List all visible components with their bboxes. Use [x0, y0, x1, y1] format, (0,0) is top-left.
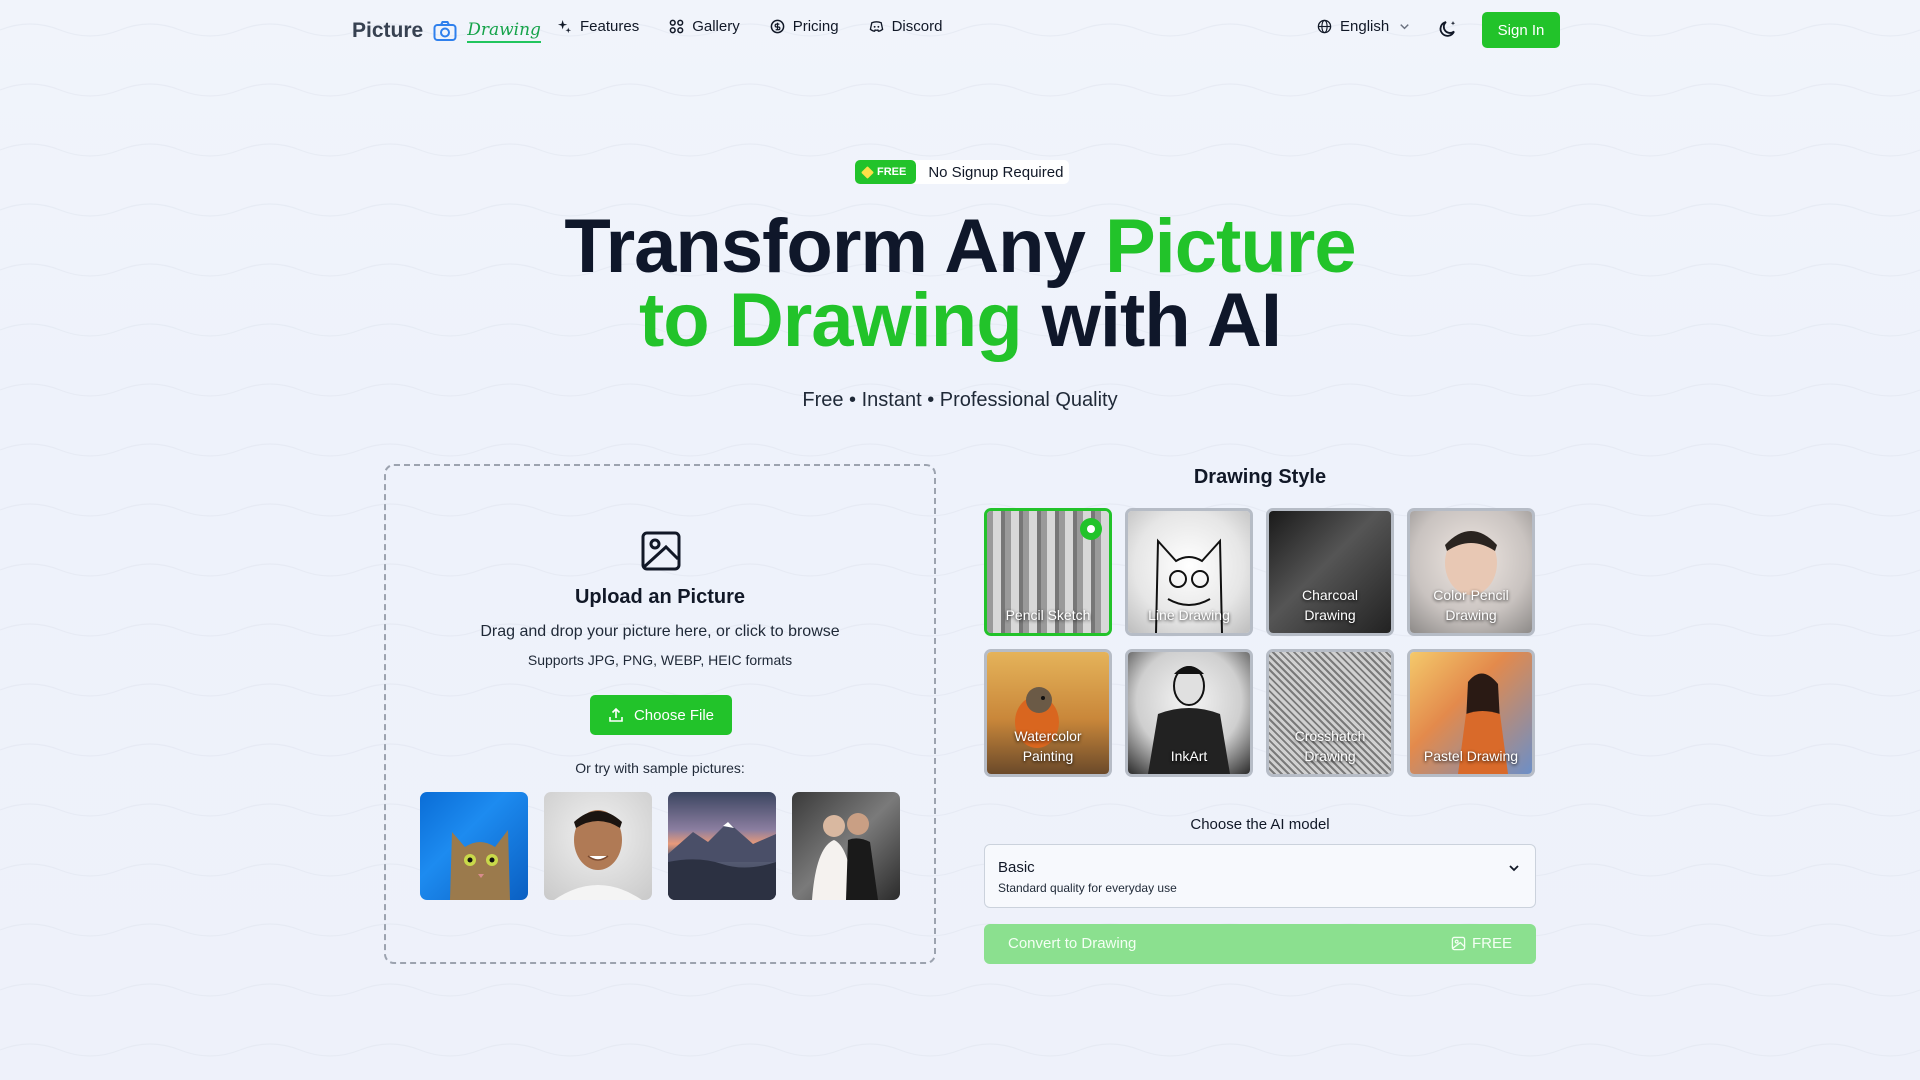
title-highlight-drawing: to Drawing	[638, 278, 1023, 363]
language-label: English	[1340, 18, 1390, 35]
free-badge-label: FREE	[877, 166, 907, 178]
samples-label: Or try with sample pictures:	[575, 760, 745, 776]
grid-icon	[669, 19, 684, 34]
upload-icon	[609, 707, 623, 722]
style-label: InkArt	[1170, 748, 1208, 764]
nav-link-features[interactable]: Features	[557, 18, 639, 35]
title-part1: Transform Any	[564, 204, 1105, 289]
chevron-down-icon	[1509, 865, 1519, 872]
sample-mountain[interactable]	[668, 792, 776, 900]
nav-link-discord[interactable]: Discord	[869, 18, 943, 35]
choose-file-label: Choose File	[633, 706, 715, 724]
nav-links: Features Gallery Pricing Discord	[557, 18, 942, 35]
ai-model-label: Choose the AI model	[1190, 816, 1330, 833]
logo[interactable]: Picture Drawing	[352, 16, 541, 46]
theme-toggle-moon-icon[interactable]	[1437, 18, 1459, 40]
supported-formats: Supports JPG, PNG, WEBP, HEIC formats	[527, 652, 793, 668]
man-thumbnail	[554, 810, 642, 900]
selected-check-icon	[1080, 518, 1102, 540]
discord-icon	[869, 21, 883, 32]
style-label: Crosshatch Drawing	[1294, 728, 1366, 764]
hero-subtitle: Free • Instant • Professional Quality	[802, 389, 1118, 411]
mountain-thumbnail	[668, 822, 776, 900]
top-navigation: Picture Drawing Features Gallery Pricing…	[0, 0, 1920, 60]
style-card-inkart[interactable]: InkArt	[1125, 649, 1253, 777]
style-card-watercolor-painting[interactable]: Watercolor Painting	[984, 649, 1112, 777]
camera-icon	[433, 21, 457, 41]
title-part2: with AI	[1021, 278, 1282, 363]
drawing-style-title: Drawing Style	[1193, 466, 1327, 488]
style-card-pastel-drawing[interactable]: Pastel Drawing	[1407, 649, 1535, 777]
image-icon	[641, 531, 681, 571]
sign-in-button[interactable]: Sign In	[1482, 12, 1560, 48]
upload-description: Drag and drop your picture here, or clic…	[480, 623, 840, 640]
style-card-pencil-sketch[interactable]: Pencil Sketch	[984, 508, 1112, 636]
style-card-crosshatch-drawing[interactable]: Crosshatch Drawing	[1266, 649, 1394, 777]
convert-label: Convert to Drawing	[1008, 935, 1137, 952]
nav-link-gallery[interactable]: Gallery	[669, 18, 740, 35]
drawing-style-grid: Pencil Sketch Line Drawing Charcoal Draw…	[984, 508, 1536, 777]
title-highlight-picture: Picture	[1104, 204, 1357, 289]
style-label: Watercolor Painting	[1014, 728, 1082, 764]
style-label: Charcoal Drawing	[1301, 587, 1359, 623]
nav-link-label: Features	[580, 18, 640, 35]
no-signup-text: No Signup Required	[928, 163, 1064, 181]
free-badge: FREE	[855, 160, 917, 184]
style-label: Color Pencil Drawing	[1433, 587, 1509, 623]
nav-link-label: Gallery	[692, 18, 740, 35]
model-name: Basic	[998, 859, 1035, 876]
image-icon	[1451, 936, 1466, 951]
upload-dropzone[interactable]: Upload an Picture Drag and drop your pic…	[384, 464, 936, 964]
choose-file-button[interactable]: Choose File	[590, 695, 732, 735]
language-selector[interactable]: English	[1317, 18, 1412, 35]
sample-couple[interactable]	[792, 792, 900, 900]
convert-to-drawing-button[interactable]: Convert to Drawing FREE	[984, 924, 1536, 964]
style-card-line-drawing[interactable]: Line Drawing	[1125, 508, 1253, 636]
ai-model-select[interactable]: Basic Standard quality for everyday use	[984, 844, 1536, 908]
sample-cat[interactable]	[420, 792, 528, 900]
couple-thumbnail	[812, 813, 878, 900]
logo-script: Drawing	[467, 20, 541, 43]
style-card-charcoal-drawing[interactable]: Charcoal Drawing	[1266, 508, 1394, 636]
hero-badge: FREE No Signup Required	[855, 160, 1070, 184]
style-label: Line Drawing	[1148, 607, 1230, 623]
nav-link-pricing[interactable]: Pricing	[770, 18, 839, 35]
cat-thumbnail	[450, 830, 510, 900]
convert-free-badge: FREE	[1451, 935, 1512, 952]
logo-text: Picture	[352, 19, 424, 42]
style-card-color-pencil-drawing[interactable]: Color Pencil Drawing	[1407, 508, 1535, 636]
nav-link-label: Discord	[891, 18, 943, 35]
sample-man[interactable]	[544, 792, 652, 900]
convert-free-label: FREE	[1471, 935, 1512, 952]
nav-link-label: Pricing	[792, 18, 839, 35]
hero-title: Transform Any Picture to Drawing with AI	[0, 209, 1920, 359]
globe-icon	[1317, 19, 1332, 34]
model-description: Standard quality for everyday use	[998, 881, 1177, 895]
spark-icon	[861, 165, 874, 179]
style-label: Pencil Sketch	[1005, 607, 1091, 623]
sample-pictures	[420, 792, 900, 900]
chevron-down-icon	[1400, 24, 1409, 30]
sparkles-icon	[557, 19, 572, 34]
style-label: Pastel Drawing	[1423, 748, 1519, 764]
dollar-circle-icon	[770, 19, 785, 34]
upload-title: Upload an Picture	[574, 586, 746, 608]
